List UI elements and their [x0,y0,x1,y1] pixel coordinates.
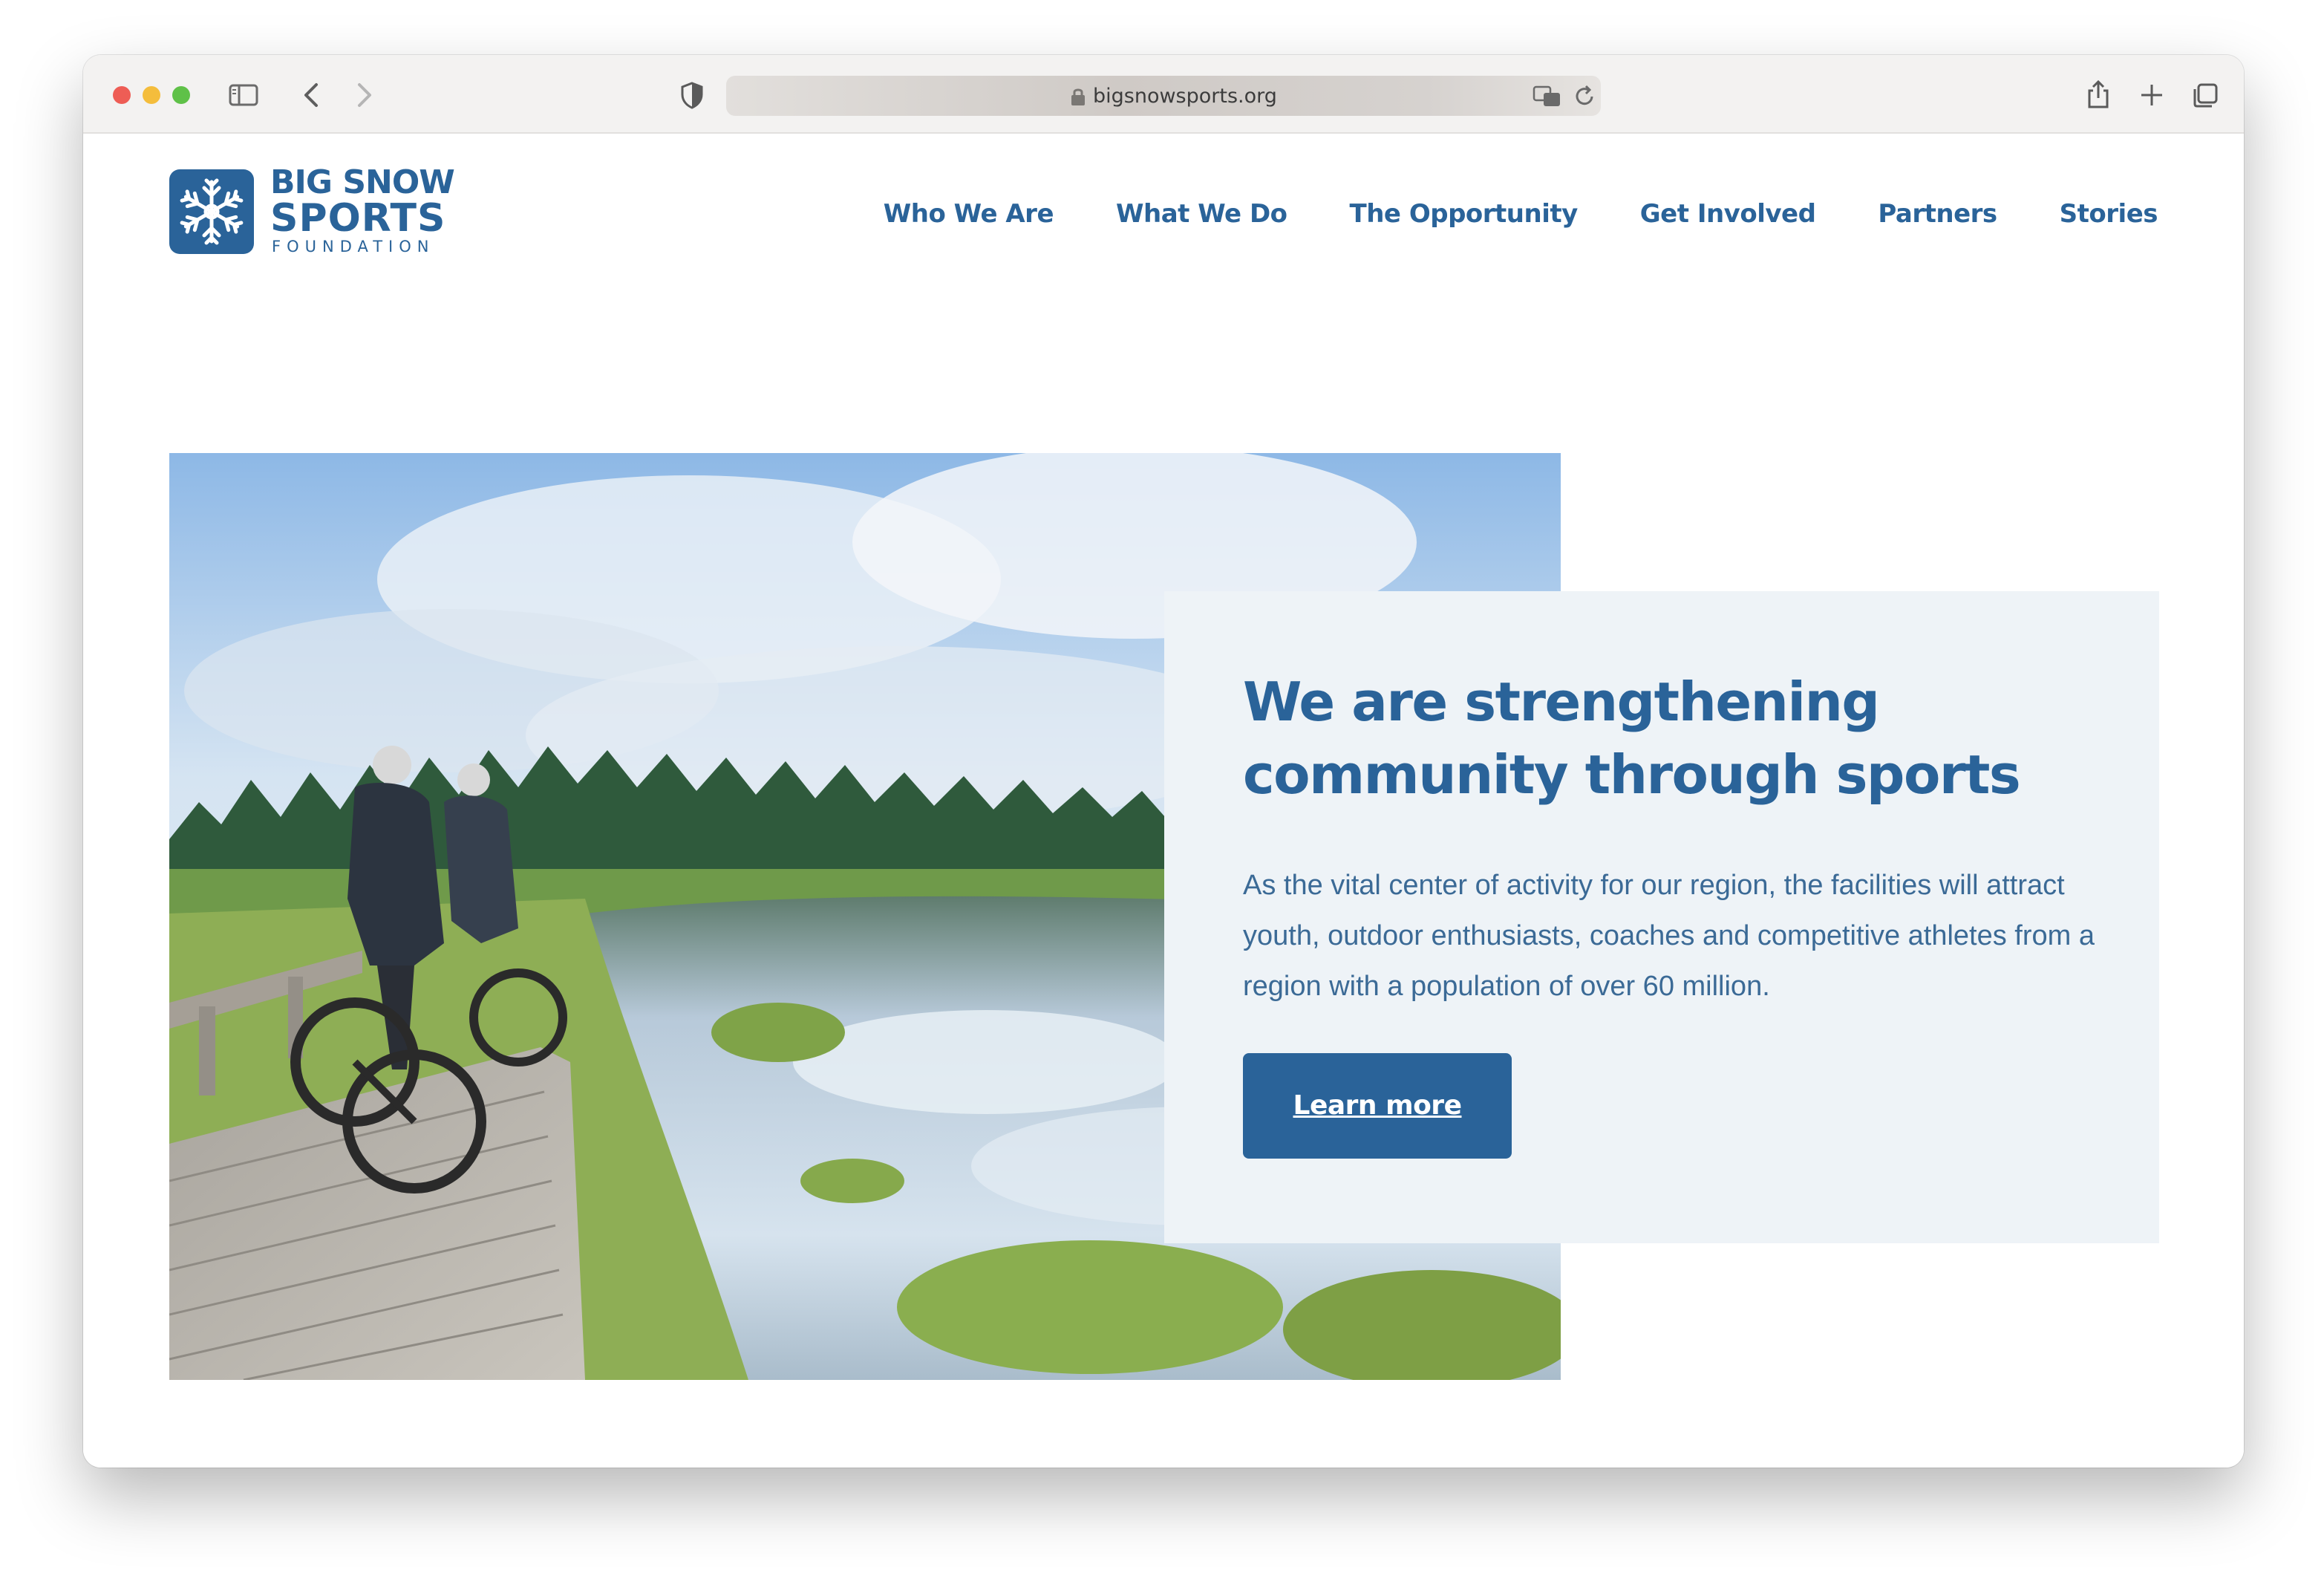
nav-item-the-opportunity[interactable]: The Opportunity [1350,199,1579,229]
zoom-window-button[interactable] [172,86,190,104]
minimize-window-button[interactable] [143,86,160,104]
logo-text-line2[interactable]: SPORTS [270,196,445,241]
browser-toolbar: bigsnowsports.org [83,55,2244,134]
translate-icon[interactable] [1531,80,1564,113]
reload-icon[interactable] [1568,80,1601,113]
hero-body-text: As the vital center of activity for our … [1243,870,2095,1002]
snowflake-logo-icon[interactable] [169,169,254,254]
main-nav: Who We Are What We Do The Opportunity Ge… [884,193,2158,235]
nav-item-partners[interactable]: Partners [1878,199,1997,229]
learn-more-button[interactable]: Learn more [1243,1053,1512,1159]
back-icon[interactable] [294,77,330,113]
share-icon[interactable] [2080,77,2116,113]
nav-item-what-we-do[interactable]: What We Do [1116,199,1287,229]
browser-window: bigsnowsports.org BIG SNOW SPORTS FOUNDA… [83,55,2244,1468]
sidebar-toggle-icon[interactable] [226,77,261,113]
privacy-shield-icon[interactable] [674,77,710,113]
nav-item-get-involved[interactable]: Get Involved [1640,199,1816,229]
nav-item-stories[interactable]: Stories [2060,199,2158,229]
lock-icon [1071,88,1085,105]
hero-headline: We are strengthening community through s… [1243,671,2021,806]
new-tab-icon[interactable] [2134,77,2170,113]
logo-text-line3[interactable]: FOUNDATION [272,238,434,255]
web-page: BIG SNOW SPORTS FOUNDATION Who We Are Wh… [83,134,2244,1468]
tab-overview-icon[interactable] [2187,77,2223,113]
forward-icon[interactable] [346,77,382,113]
url-text[interactable]: bigsnowsports.org [1093,82,1277,111]
close-window-button[interactable] [113,86,131,104]
nav-item-who-we-are[interactable]: Who We Are [884,199,1054,229]
hero-card: We are strengthening community through s… [1164,591,2159,1243]
